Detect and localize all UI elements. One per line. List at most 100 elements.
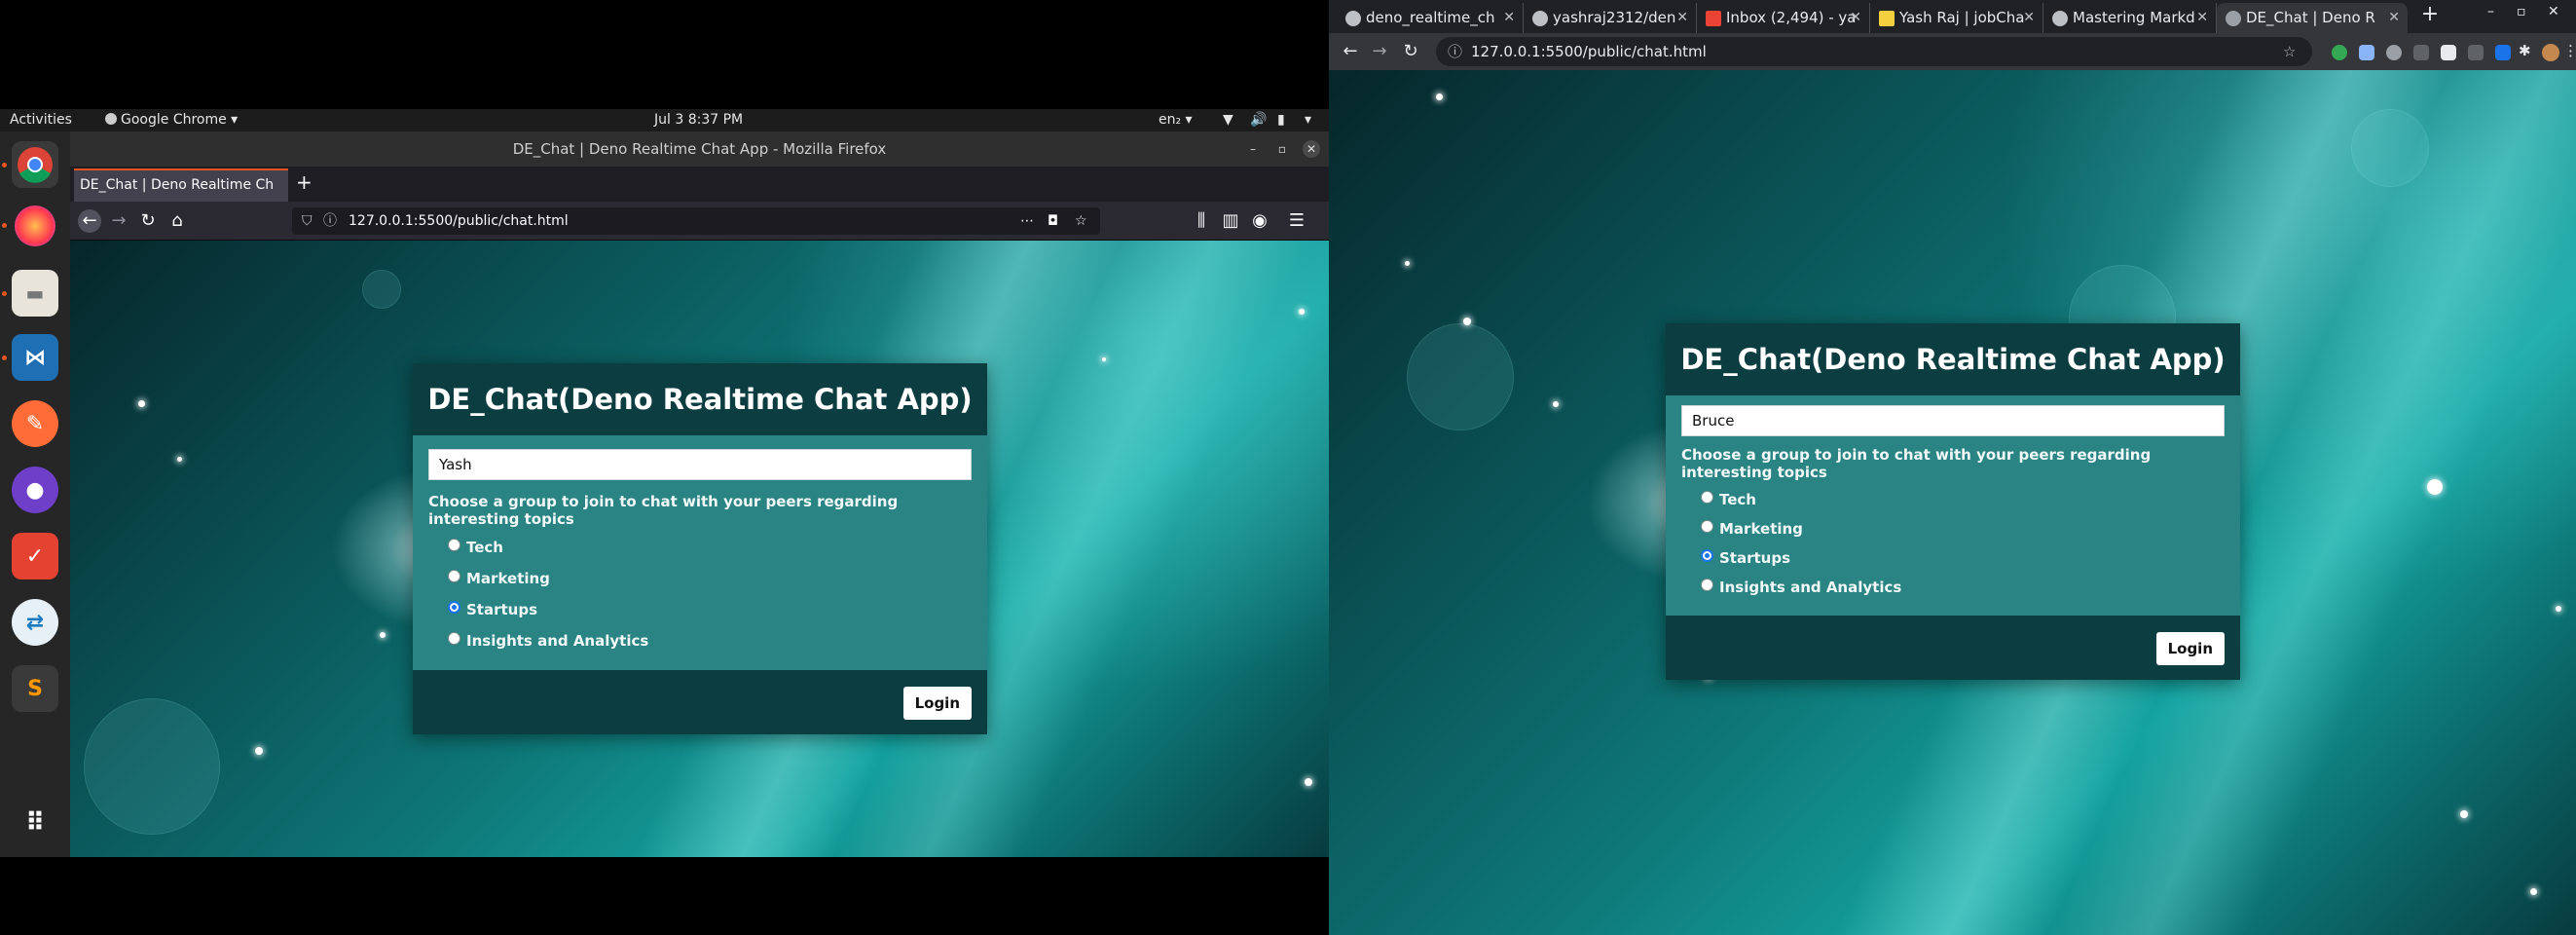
forward-icon[interactable]: → [107, 209, 130, 233]
minimize-icon[interactable]: – [2487, 4, 2494, 19]
app-menu[interactable]: Google Chrome ▾ [105, 112, 238, 128]
extension-grammarly-icon[interactable] [2332, 45, 2347, 60]
chrome-tab-1[interactable]: deno_realtime_ch ✕ [1337, 3, 1524, 33]
language-label: en₂ [1159, 112, 1182, 128]
volume-icon[interactable]: 🔊 [1250, 112, 1267, 128]
bookmark-star-icon[interactable]: ☆ [1075, 207, 1087, 235]
chrome-tab-active[interactable]: DE_Chat | Deno R ✕ [2217, 3, 2408, 33]
chrome-tab-strip: deno_realtime_ch ✕ yashraj2312/den ✕ Inbox… [1329, 0, 2576, 33]
puzzle-extensions-icon[interactable]: ✱ [2519, 42, 2531, 59]
chrome-tab-2[interactable]: yashraj2312/den ✕ [1524, 3, 1697, 33]
more-actions-icon[interactable]: ⋯ [1020, 207, 1034, 235]
reload-icon[interactable]: ↻ [136, 209, 160, 233]
chrome-small-icon [105, 113, 117, 125]
profile-avatar[interactable] [2542, 44, 2559, 61]
radio-option-startups[interactable]: Startups [428, 594, 972, 625]
radio-option-tech[interactable]: Tech [428, 532, 972, 563]
postman-icon[interactable]: ✎ [12, 400, 58, 447]
card-footer: Login [413, 670, 987, 734]
radio-option-insights[interactable]: Insights and Analytics [428, 625, 972, 656]
app-grid-icon[interactable]: ⠿ [12, 800, 58, 846]
radio-option-marketing[interactable]: Marketing [1681, 514, 2225, 543]
radio-option-insights[interactable]: Insights and Analytics [1681, 573, 2225, 602]
tab-close-icon[interactable]: ✕ [1676, 3, 1688, 33]
radio-option-marketing[interactable]: Marketing [428, 563, 972, 594]
hamburger-menu-icon[interactable]: ☰ [1285, 209, 1308, 233]
back-icon[interactable]: ← [1339, 40, 1362, 63]
system-menu-chevron-icon[interactable]: ▾ [1305, 112, 1311, 128]
battery-icon[interactable]: ▮ [1277, 112, 1285, 128]
radio-button[interactable] [448, 538, 460, 551]
chrome-icon[interactable] [12, 141, 58, 188]
wifi-icon[interactable]: ▼ [1223, 112, 1233, 128]
extension-icon[interactable] [2468, 45, 2484, 60]
radio-button[interactable] [1701, 490, 1713, 504]
radio-option-tech[interactable]: Tech [1681, 485, 2225, 514]
forward-icon[interactable]: → [1368, 40, 1391, 63]
username-input[interactable] [428, 449, 972, 480]
firefox-icon[interactable] [15, 206, 55, 246]
activities-button[interactable]: Activities [10, 112, 72, 128]
new-tab-icon[interactable]: + [296, 170, 313, 194]
files-icon[interactable]: ▬ [12, 270, 58, 317]
chrome-tab-label: yashraj2312/den [1553, 9, 1676, 26]
sublime-text-icon[interactable]: S [12, 665, 58, 712]
tab-close-icon[interactable]: ✕ [2023, 3, 2035, 33]
tab-close-icon[interactable]: ✕ [1850, 3, 1861, 33]
account-icon[interactable]: ◉ [1248, 209, 1271, 233]
maximize-icon[interactable]: ▫ [2517, 4, 2526, 19]
username-input[interactable] [1681, 405, 2225, 436]
close-icon[interactable]: ✕ [1303, 140, 1320, 158]
info-icon[interactable]: ⓘ [323, 207, 337, 235]
chrome-address-bar[interactable]: ⓘ 127.0.0.1:5500/public/chat.html ☆ [1436, 37, 2312, 66]
extension-icon[interactable] [2495, 45, 2511, 60]
language-indicator[interactable]: en₂ ▾ [1159, 112, 1193, 128]
firefox-tab-dechat[interactable]: DE_Chat | Deno Realtime Ch [74, 168, 288, 202]
minimize-icon[interactable]: – [1244, 140, 1262, 158]
remote-desktop-icon[interactable]: ⇄ [12, 599, 58, 646]
radio-button-selected[interactable] [448, 600, 460, 614]
tab-close-icon[interactable]: ✕ [2388, 3, 2400, 33]
todoist-icon[interactable]: ✓ [12, 533, 58, 580]
extension-icon[interactable] [2359, 45, 2374, 60]
chrome-tab-4[interactable]: Yash Raj | jobCha ✕ [1870, 3, 2043, 33]
radio-button[interactable] [448, 631, 460, 645]
kebab-menu-icon[interactable]: ⋮ [2563, 42, 2576, 59]
firefox-address-bar[interactable]: ⛉ ⓘ 127.0.0.1:5500/public/chat.html ⋯ ◘ … [292, 207, 1100, 235]
radio-button[interactable] [1701, 578, 1713, 591]
github-desktop-icon[interactable]: ● [12, 467, 58, 513]
pocket-icon[interactable]: ◘ [1048, 207, 1058, 235]
vscode-icon[interactable]: ⋈ [12, 334, 58, 381]
tab-close-icon[interactable]: ✕ [2196, 3, 2208, 33]
login-form: Choose a group to join to chat with your… [413, 435, 987, 670]
radio-option-startups[interactable]: Startups [1681, 543, 2225, 573]
home-icon[interactable]: ⌂ [166, 209, 189, 233]
bookmark-star-icon[interactable]: ☆ [2283, 37, 2296, 66]
extension-mail-icon[interactable] [2441, 45, 2456, 60]
extension-icon[interactable] [2386, 45, 2402, 60]
extension-icon[interactable] [2413, 45, 2429, 60]
sidebar-icon[interactable]: ▥ [1219, 209, 1242, 233]
info-icon[interactable]: ⓘ [1448, 37, 1462, 66]
shield-icon[interactable]: ⛉ [302, 207, 313, 235]
firefox-tab-strip: DE_Chat | Deno Realtime Ch + [70, 167, 1329, 202]
chrome-tab-5[interactable]: Mastering Markd ✕ [2043, 3, 2217, 33]
login-button[interactable]: Login [902, 687, 972, 720]
back-icon[interactable]: ← [78, 209, 101, 233]
library-icon[interactable]: ⫼ [1190, 209, 1213, 233]
login-button[interactable]: Login [2155, 632, 2225, 665]
new-tab-icon[interactable]: + [2417, 2, 2443, 27]
radio-button[interactable] [1701, 519, 1713, 533]
radio-button[interactable] [448, 569, 460, 582]
chrome-tab-label: Yash Raj | jobCha [1899, 9, 2025, 26]
tab-close-icon[interactable]: ✕ [1503, 3, 1515, 33]
close-icon[interactable]: ✕ [2548, 4, 2559, 19]
chrome-tab-label: Inbox (2,494) - ya [1726, 9, 1857, 26]
maximize-icon[interactable]: ▫ [1273, 140, 1291, 158]
chrome-tab-label: Mastering Markd [2073, 9, 2195, 26]
clock[interactable]: Jul 3 8:37 PM [654, 112, 743, 128]
reload-icon[interactable]: ↻ [1399, 40, 1422, 63]
chrome-tab-3[interactable]: Inbox (2,494) - ya ✕ [1697, 3, 1870, 33]
login-card: DE_Chat(Deno Realtime Chat App) Choose a… [413, 363, 987, 734]
radio-button-selected[interactable] [1701, 548, 1713, 562]
